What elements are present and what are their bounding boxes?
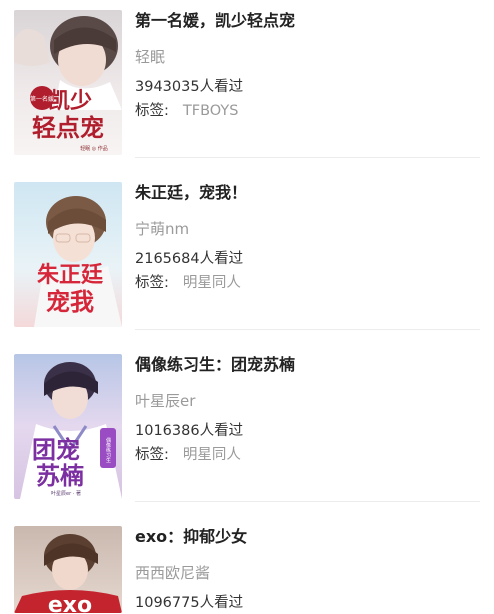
- view-count-number: 1096775: [135, 595, 200, 611]
- cover-title-main: 朱正廷: [37, 262, 104, 288]
- book-cover[interactable]: 朱正廷 宠我: [14, 182, 122, 327]
- cover-badge: 偶像练习生: [105, 437, 111, 463]
- view-count: 1096775人看过: [135, 592, 480, 614]
- book-author[interactable]: 宁萌nm: [135, 218, 480, 240]
- book-item[interactable]: 朱正廷 宠我 朱正廷，宠我！ 宁萌nm 2165684人看过 标签: 明星同人: [0, 172, 494, 344]
- tag-row: 标签: 明星同人: [135, 444, 480, 466]
- tag-value[interactable]: 明星同人: [183, 275, 241, 291]
- book-item[interactable]: 凯少 轻点宠 第一名媛 轻眠 ◎ 作品 第一名媛，凯少轻点宠 轻眠 394303…: [0, 0, 494, 172]
- view-count-suffix: 人看过: [199, 595, 244, 611]
- book-author[interactable]: 叶星辰er: [135, 390, 480, 412]
- cover-title-sub: 苏楠: [36, 461, 84, 490]
- view-count-suffix: 人看过: [199, 79, 244, 95]
- cover-title-main: 凯少: [48, 88, 92, 114]
- book-title[interactable]: exo：抑郁少女: [135, 524, 480, 550]
- view-count-number: 3943035: [135, 79, 200, 95]
- cover-image: exo: [14, 526, 122, 613]
- book-item[interactable]: exo exo：抑郁少女 西西欧尼酱 1096775人看过: [0, 516, 494, 613]
- book-title[interactable]: 第一名媛，凯少轻点宠: [135, 8, 480, 34]
- cover-image: 朱正廷 宠我: [14, 182, 122, 327]
- book-title[interactable]: 偶像练习生：团宠苏楠: [135, 352, 480, 378]
- book-title[interactable]: 朱正廷，宠我！: [135, 180, 480, 206]
- view-count-suffix: 人看过: [199, 251, 244, 267]
- tag-label: 标签:: [135, 103, 169, 119]
- book-info: 第一名媛，凯少轻点宠 轻眠 3943035人看过 标签: TFBOYS: [135, 8, 480, 122]
- tag-value[interactable]: 明星同人: [183, 447, 241, 463]
- book-cover[interactable]: 团宠 苏楠 偶像练习生 叶星辰er · 著: [14, 354, 122, 499]
- divider: [135, 329, 480, 330]
- cover-image: 凯少 轻点宠 第一名媛 轻眠 ◎ 作品: [14, 10, 122, 155]
- divider: [135, 501, 480, 502]
- book-info: exo：抑郁少女 西西欧尼酱 1096775人看过: [135, 524, 480, 614]
- tag-value[interactable]: TFBOYS: [183, 103, 239, 119]
- view-count-number: 1016386: [135, 423, 200, 439]
- book-item[interactable]: 团宠 苏楠 偶像练习生 叶星辰er · 著 偶像练习生：团宠苏楠 叶星辰er 1…: [0, 344, 494, 516]
- view-count-suffix: 人看过: [199, 423, 244, 439]
- cover-title-main: 团宠: [32, 435, 80, 464]
- cover-credit: 叶星辰er · 著: [51, 490, 81, 497]
- cover-title-sub: 宠我: [46, 287, 94, 316]
- view-count: 3943035人看过: [135, 76, 480, 98]
- book-author[interactable]: 轻眠: [135, 46, 480, 68]
- book-cover[interactable]: exo: [14, 526, 122, 613]
- divider: [135, 157, 480, 158]
- cover-credit: 轻眠 ◎ 作品: [80, 145, 108, 152]
- book-author[interactable]: 西西欧尼酱: [135, 562, 480, 584]
- tag-label: 标签:: [135, 447, 169, 463]
- cover-image: 团宠 苏楠 偶像练习生 叶星辰er · 著: [14, 354, 122, 499]
- view-count: 1016386人看过: [135, 420, 480, 442]
- cover-badge: 第一名媛: [30, 95, 54, 103]
- view-count: 2165684人看过: [135, 248, 480, 270]
- view-count-number: 2165684: [135, 251, 200, 267]
- cover-title-sub: 轻点宠: [32, 113, 104, 142]
- tag-label: 标签:: [135, 275, 169, 291]
- book-cover[interactable]: 凯少 轻点宠 第一名媛 轻眠 ◎ 作品: [14, 10, 122, 155]
- tag-row: 标签: TFBOYS: [135, 100, 480, 122]
- book-info: 朱正廷，宠我！ 宁萌nm 2165684人看过 标签: 明星同人: [135, 180, 480, 294]
- cover-title-main: exo: [48, 593, 92, 613]
- tag-row: 标签: 明星同人: [135, 272, 480, 294]
- book-info: 偶像练习生：团宠苏楠 叶星辰er 1016386人看过 标签: 明星同人: [135, 352, 480, 466]
